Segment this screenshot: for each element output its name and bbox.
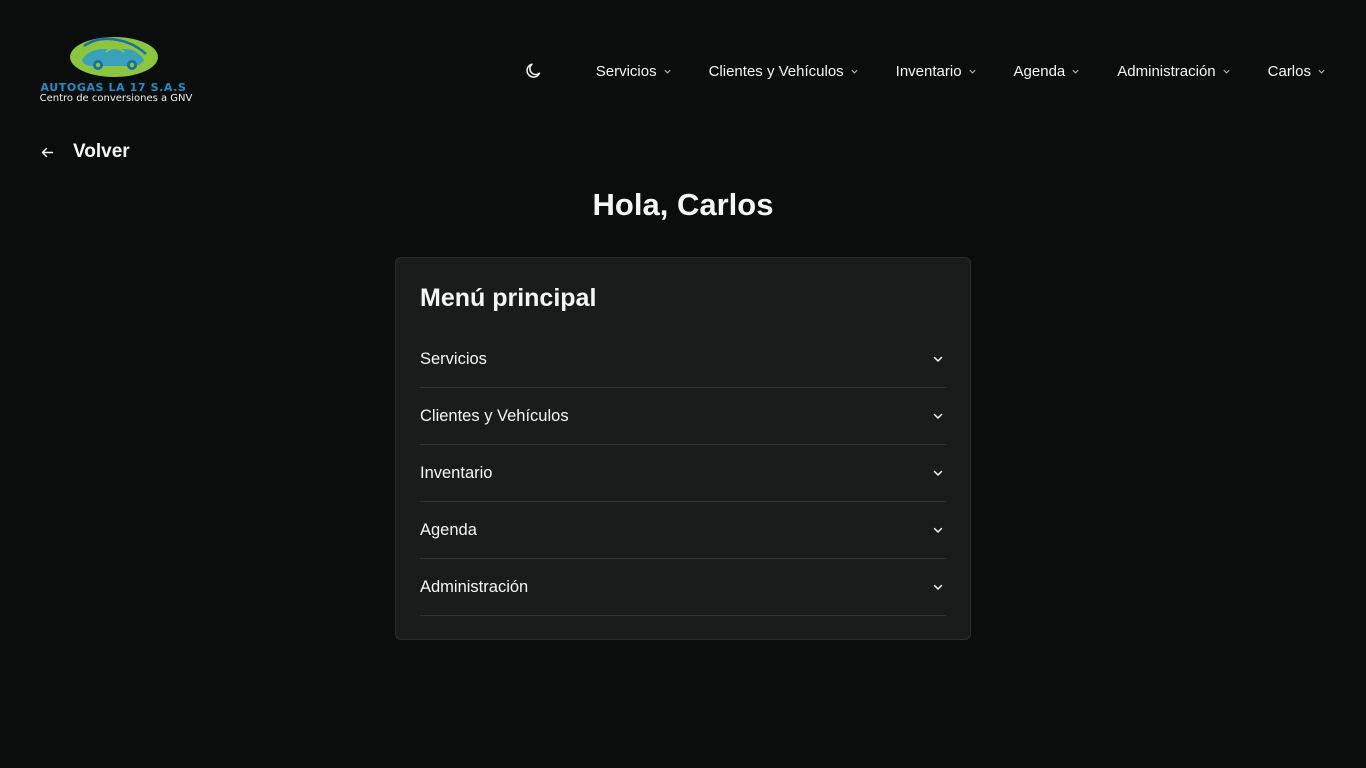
accordion-item-clientes-vehiculos[interactable]: Clientes y Vehículos: [420, 388, 946, 445]
accordion-item-inventario[interactable]: Inventario: [420, 445, 946, 502]
main-menu-card: Menú principal Servicios Clientes y Vehí…: [395, 257, 971, 640]
top-header: AUTOGAS LA 17 S.A.S Centro de conversion…: [0, 0, 1366, 140]
page-greeting: Hola, Carlos: [592, 187, 774, 222]
theme-toggle-button[interactable]: [524, 61, 544, 81]
nav-item-clientes-vehiculos[interactable]: Clientes y Vehículos: [709, 63, 859, 80]
chevron-down-icon: [933, 527, 943, 533]
nav-item-label: Servicios: [595, 62, 657, 80]
accordion-item-label: Administración: [420, 577, 529, 596]
chevron-down-icon: [1072, 69, 1079, 74]
chevron-down-icon: [851, 69, 858, 74]
accordion-item-servicios[interactable]: Servicios: [420, 331, 946, 388]
nav-item-user-carlos[interactable]: Carlos: [1268, 63, 1326, 80]
accordion-item-label: Agenda: [420, 520, 477, 539]
main-nav: Servicios Clientes y Vehículos Inventari…: [596, 60, 1326, 82]
logo-subtitle: Centro de conversiones a GNV: [39, 93, 193, 104]
chevron-down-icon: [933, 584, 943, 590]
accordion-item-agenda[interactable]: Agenda: [420, 502, 946, 559]
nav-item-servicios[interactable]: Servicios: [596, 63, 672, 80]
chevron-down-icon: [933, 413, 943, 419]
car-logo-icon: [70, 37, 158, 77]
accordion-item-label: Servicios: [420, 349, 487, 368]
accordion-item-label: Clientes y Vehículos: [420, 406, 569, 425]
back-button[interactable]: Volver: [40, 141, 130, 163]
menu-accordion: Servicios Clientes y Vehículos Inventari…: [420, 331, 946, 616]
accordion-item-administracion[interactable]: Administración: [420, 559, 946, 616]
chevron-down-icon: [664, 69, 671, 74]
chevron-down-icon: [968, 69, 976, 74]
card-title: Menú principal: [420, 284, 597, 312]
arrow-left-icon: [41, 147, 54, 157]
accordion-item-label: Inventario: [420, 463, 493, 482]
nav-item-label: Agenda: [1013, 62, 1066, 80]
nav-item-label: Clientes y Vehículos: [708, 62, 844, 80]
nav-item-label: Inventario: [895, 62, 962, 80]
moon-icon: [526, 63, 541, 78]
nav-item-label: Administración: [1117, 62, 1216, 80]
chevron-down-icon: [933, 356, 943, 362]
company-logo[interactable]: AUTOGAS LA 17 S.A.S Centro de conversion…: [36, 34, 196, 108]
chevron-down-icon: [933, 470, 943, 476]
nav-item-label: Carlos: [1267, 62, 1311, 80]
nav-item-inventario[interactable]: Inventario: [896, 63, 977, 80]
chevron-down-icon: [1318, 69, 1325, 74]
nav-item-agenda[interactable]: Agenda: [1014, 63, 1081, 80]
nav-item-administracion[interactable]: Administración: [1117, 63, 1230, 80]
chevron-down-icon: [1223, 69, 1230, 74]
back-label: Volver: [73, 141, 130, 162]
